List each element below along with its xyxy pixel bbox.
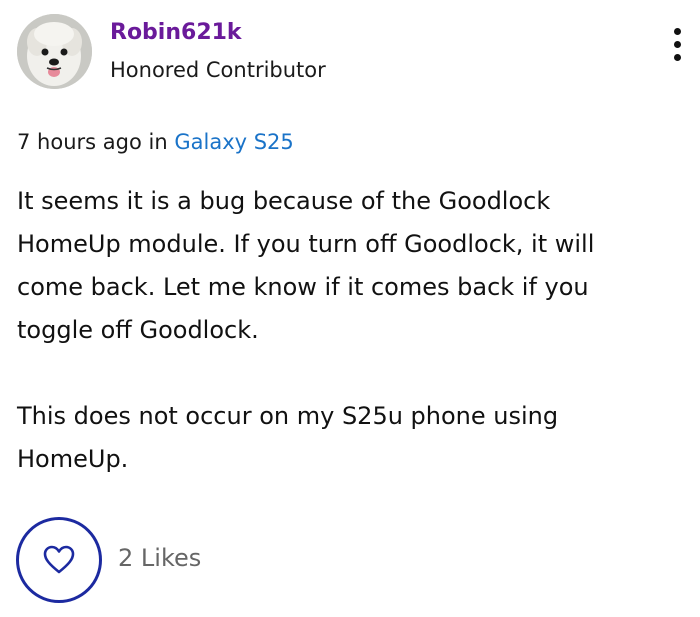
avatar[interactable] (17, 14, 92, 89)
more-options-button[interactable] (664, 26, 692, 64)
dog-avatar-icon (17, 14, 92, 89)
post-in-label: in (148, 130, 168, 154)
like-button[interactable] (16, 517, 102, 603)
post-time: 7 hours ago (17, 130, 142, 154)
post-meta: 7 hours ago in Galaxy S25 (17, 130, 294, 154)
more-vertical-icon (674, 28, 681, 35)
more-vertical-icon-dot (674, 54, 681, 61)
author-name[interactable]: Robin621k (110, 20, 242, 45)
post-body: It seems it is a bug because of the Good… (17, 180, 657, 481)
like-count[interactable]: 2 Likes (118, 544, 201, 572)
post-paragraph: This does not occur on my S25u phone usi… (17, 402, 559, 473)
community-post: Robin621k Honored Contributor 7 hours ag… (0, 0, 700, 617)
board-link[interactable]: Galaxy S25 (174, 130, 293, 154)
author-rank: Honored Contributor (110, 58, 326, 82)
more-vertical-icon-dot (674, 41, 681, 48)
post-paragraph: It seems it is a bug because of the Good… (17, 187, 595, 344)
heart-icon (43, 545, 75, 574)
